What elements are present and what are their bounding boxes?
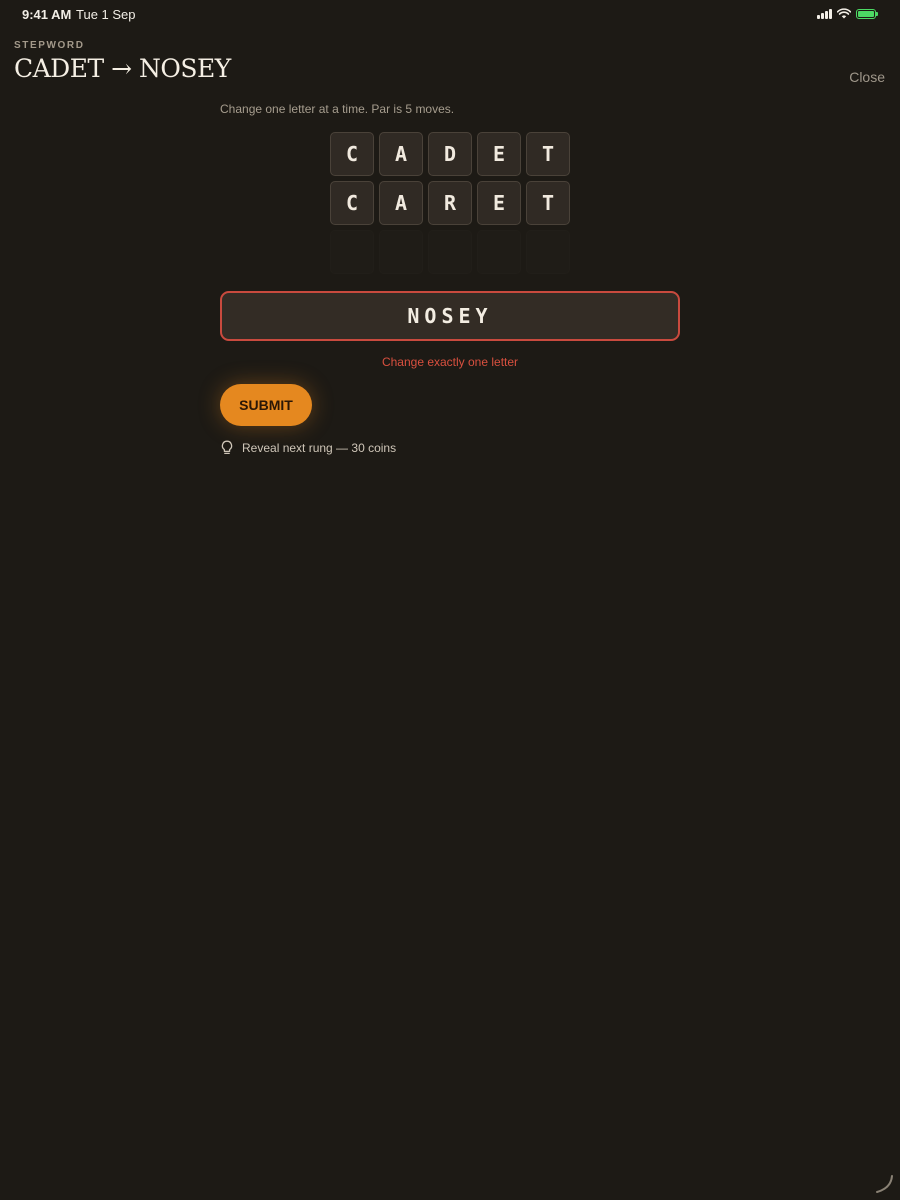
letter-tile: E xyxy=(477,181,521,225)
status-bar: 9:41 AM Tue 1 Sep xyxy=(0,0,900,28)
cellular-signal-icon xyxy=(817,8,832,19)
status-time: 9:41 AM xyxy=(22,7,72,22)
app-name: STEPWORD xyxy=(14,40,85,51)
status-date: Tue 1 Sep xyxy=(76,7,136,22)
empty-tile xyxy=(330,230,374,274)
letter-tile: D xyxy=(428,132,472,176)
empty-tile xyxy=(379,230,423,274)
letter-tile: A xyxy=(379,132,423,176)
battery-icon xyxy=(856,8,878,19)
error-message: Change exactly one letter xyxy=(381,355,519,369)
submit-button[interactable]: SUBMIT xyxy=(220,384,312,426)
empty-tile xyxy=(477,230,521,274)
game-panel: Change one letter at a time. Par is 5 mo… xyxy=(220,102,680,456)
wifi-icon xyxy=(837,8,851,19)
resize-corner-icon xyxy=(876,1175,893,1193)
reveal-hint-button[interactable]: Reveal next rung — 30 coins xyxy=(220,440,680,456)
status-icons xyxy=(817,8,878,19)
empty-tile xyxy=(428,230,472,274)
empty-tile xyxy=(526,230,570,274)
puzzle-title: CADET → NOSEY xyxy=(14,54,231,83)
close-button[interactable]: Close xyxy=(849,69,885,85)
guess-input[interactable]: NOSEY xyxy=(220,291,680,341)
ladder-rung: C A D E T xyxy=(330,132,570,176)
letter-tile: T xyxy=(526,181,570,225)
letter-tile: E xyxy=(477,132,521,176)
word-ladder: C A D E T C A R E T xyxy=(220,132,680,274)
instructions: Change one letter at a time. Par is 5 mo… xyxy=(220,102,455,116)
letter-tile: C xyxy=(330,132,374,176)
letter-tile: C xyxy=(330,181,374,225)
letter-tile: R xyxy=(428,181,472,225)
letter-tile: A xyxy=(379,181,423,225)
letter-tile: T xyxy=(526,132,570,176)
ladder-rung: C A R E T xyxy=(330,181,570,225)
lightbulb-icon xyxy=(221,440,233,455)
empty-ladder-rung xyxy=(330,230,570,274)
reveal-hint-label: Reveal next rung — 30 coins xyxy=(242,441,397,455)
